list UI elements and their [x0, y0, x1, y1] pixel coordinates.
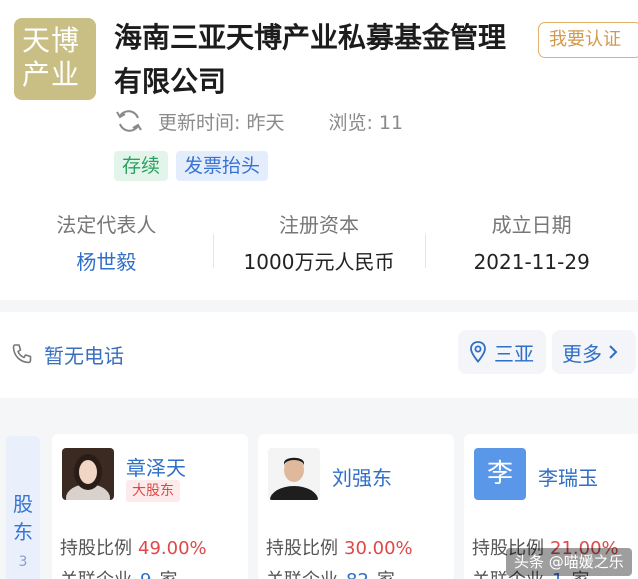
- related-companies-unit: 家: [159, 570, 177, 579]
- legal-rep-col: 法定代表人 杨世毅: [0, 208, 213, 288]
- share-ratio-label: 持股比例: [266, 538, 338, 559]
- related-companies: 关联企业 9家: [60, 566, 177, 579]
- share-ratio-value: 30.00%: [344, 538, 413, 559]
- more-button[interactable]: 更多: [552, 330, 636, 374]
- avatar: [268, 448, 320, 500]
- chevron-right-icon: [609, 345, 618, 359]
- basic-info-row: 法定代表人 杨世毅 注册资本 1000万元人民币 成立日期 2021-11-29: [0, 208, 638, 288]
- founded-date-col: 成立日期 2021-11-29: [425, 208, 638, 288]
- major-shareholder-badge: 大股东: [126, 480, 180, 502]
- company-name: 海南三亚天博产业私募基金管理有限公司: [114, 21, 507, 98]
- contact-row: 暂无电话 三亚 更多: [0, 312, 638, 398]
- company-detail-page: 天博 产业 海南三亚天博产业私募基金管理有限公司 我要认证 更新时间: 昨天 浏…: [0, 0, 638, 579]
- company-logo: 天博 产业: [14, 18, 96, 100]
- certify-button[interactable]: 我要认证: [538, 22, 638, 58]
- related-companies-label: 关联企业: [60, 570, 132, 579]
- shareholders-tab-label-1: 股: [13, 492, 33, 516]
- shareholders-tab-label-2: 东: [13, 520, 33, 544]
- founded-date-value: 2021-11-29: [473, 250, 590, 274]
- share-ratio-label: 持股比例: [60, 538, 132, 559]
- invoice-title-tag[interactable]: 发票抬头: [176, 151, 269, 181]
- company-header-card: 天博 产业 海南三亚天博产业私募基金管理有限公司 我要认证 更新时间: 昨天 浏…: [0, 0, 638, 300]
- shareholder-card[interactable]: 刘强东 持股比例 30.00% 关联企业 82 家: [258, 434, 454, 579]
- phone-label[interactable]: 暂无电话: [44, 340, 124, 369]
- more-label: 更多: [562, 341, 602, 366]
- location-label: 三亚: [494, 341, 534, 366]
- share-ratio-value: 49.00%: [138, 538, 207, 559]
- shareholder-name: 李瑞玉: [538, 466, 598, 490]
- related-companies-label: 关联企业: [266, 570, 338, 579]
- share-ratio: 持股比例 49.00%: [60, 534, 207, 560]
- updated-time: 更新时间: 昨天: [158, 111, 285, 134]
- related-companies: 关联企业 82 家: [266, 566, 395, 579]
- registered-capital-col: 注册资本 1000万元人民币: [212, 208, 426, 288]
- founded-date-label: 成立日期: [491, 213, 572, 237]
- status-badge: 存续: [114, 151, 169, 181]
- logo-line-1: 天博: [22, 24, 81, 57]
- location-pin-icon: [470, 341, 486, 363]
- status-tags: 存续 发票抬头: [114, 151, 269, 181]
- related-companies-count[interactable]: 82: [346, 570, 369, 579]
- shareholder-name: 章泽天: [126, 456, 186, 480]
- logo-line-2: 产业: [22, 58, 81, 91]
- phone-icon: [12, 344, 32, 364]
- related-companies-unit: 家: [377, 570, 395, 579]
- avatar: [62, 448, 114, 500]
- shareholders-count: 3: [18, 554, 28, 570]
- watermark: 头条 @喵媛之乐: [506, 548, 632, 576]
- shareholder-name: 刘强东: [332, 466, 392, 490]
- registered-capital-label: 注册资本: [279, 213, 359, 237]
- legal-rep-label: 法定代表人: [56, 213, 157, 237]
- refresh-icon[interactable]: [114, 106, 144, 136]
- shareholder-card[interactable]: 章泽天 大股东 持股比例 49.00% 关联企业 9家: [52, 434, 248, 579]
- meta-row: 更新时间: 昨天 浏览: 11: [114, 106, 403, 136]
- shareholders-tab[interactable]: 股 东 3: [6, 436, 40, 579]
- location-button[interactable]: 三亚: [458, 330, 546, 374]
- avatar: 李: [474, 448, 526, 500]
- related-companies-count[interactable]: 9: [140, 570, 151, 579]
- legal-rep-value[interactable]: 杨世毅: [0, 242, 213, 282]
- registered-capital-value: 1000万元人民币: [243, 250, 395, 274]
- view-count: 浏览: 11: [328, 111, 404, 134]
- share-ratio: 持股比例 30.00%: [266, 534, 413, 560]
